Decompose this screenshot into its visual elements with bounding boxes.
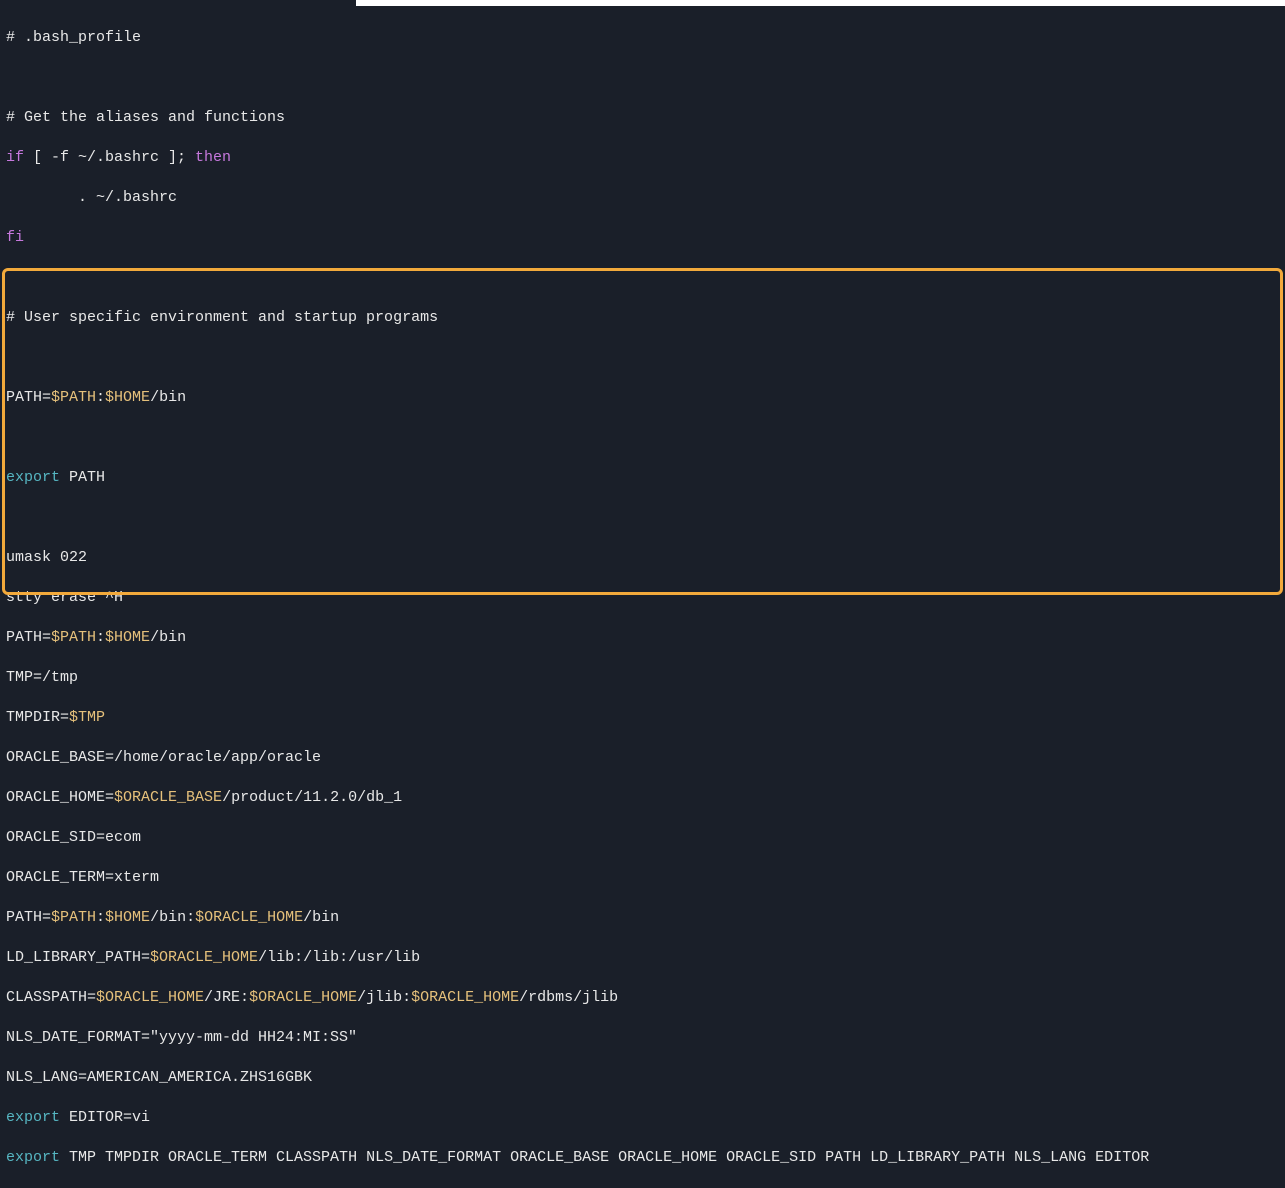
- code-line: TMP=/tmp: [6, 668, 1279, 688]
- code-line: NLS_LANG=AMERICAN_AMERICA.ZHS16GBK: [6, 1068, 1279, 1088]
- var-path: $PATH: [51, 389, 96, 406]
- code-line: CLASSPATH=$ORACLE_HOME/JRE:$ORACLE_HOME/…: [6, 988, 1279, 1008]
- var-path: $PATH: [51, 909, 96, 926]
- code-line: # Get the aliases and functions: [6, 108, 1279, 128]
- var-oracle-home: $ORACLE_HOME: [96, 989, 204, 1006]
- var-oracle-home: $ORACLE_HOME: [150, 949, 258, 966]
- code-line: # User specific environment and startup …: [6, 308, 1279, 328]
- keyword-fi: fi: [6, 229, 24, 246]
- code-line: NLS_DATE_FORMAT="yyyy-mm-dd HH24:MI:SS": [6, 1028, 1279, 1048]
- code-line: PATH=$PATH:$HOME/bin:$ORACLE_HOME/bin: [6, 908, 1279, 928]
- comment: # .bash_profile: [6, 29, 141, 46]
- code-line: [6, 268, 1279, 288]
- var-path: $PATH: [51, 629, 96, 646]
- code-line: fi: [6, 228, 1279, 248]
- var-oracle-home: $ORACLE_HOME: [195, 909, 303, 926]
- var-oracle-base: $ORACLE_BASE: [114, 789, 222, 806]
- code-line: LD_LIBRARY_PATH=$ORACLE_HOME/lib:/lib:/u…: [6, 948, 1279, 968]
- tab-bar: [356, 0, 1285, 6]
- keyword-export: export: [6, 1149, 60, 1166]
- var-oracle-home: $ORACLE_HOME: [411, 989, 519, 1006]
- keyword-if: if: [6, 149, 24, 166]
- code-line: TMPDIR=$TMP: [6, 708, 1279, 728]
- code-line: ORACLE_BASE=/home/oracle/app/oracle: [6, 748, 1279, 768]
- keyword-export: export: [6, 1109, 60, 1126]
- code-line: export TMP TMPDIR ORACLE_TERM CLASSPATH …: [6, 1148, 1279, 1168]
- code-line: PATH=$PATH:$HOME/bin: [6, 628, 1279, 648]
- code-line: stty erase ^H: [6, 588, 1279, 608]
- comment: # Get the aliases and functions: [6, 109, 285, 126]
- code-line: umask 022: [6, 548, 1279, 568]
- code-line: ORACLE_HOME=$ORACLE_BASE/product/11.2.0/…: [6, 788, 1279, 808]
- tab-active-edge: [0, 0, 356, 6]
- keyword-export: export: [6, 469, 60, 486]
- code-line: export EDITOR=vi: [6, 1108, 1279, 1128]
- code-editor[interactable]: # .bash_profile # Get the aliases and fu…: [0, 0, 1285, 1188]
- code-line: PATH=$PATH:$HOME/bin: [6, 388, 1279, 408]
- comment: # User specific environment and startup …: [6, 309, 438, 326]
- var-oracle-home: $ORACLE_HOME: [249, 989, 357, 1006]
- code-line: [6, 428, 1279, 448]
- var-tmp: $TMP: [69, 709, 105, 726]
- var-home: $HOME: [105, 629, 150, 646]
- code-line: . ~/.bashrc: [6, 188, 1279, 208]
- code-line: [6, 348, 1279, 368]
- code-line: ORACLE_SID=ecom: [6, 828, 1279, 848]
- keyword-then: then: [195, 149, 231, 166]
- code-line: [6, 68, 1279, 88]
- code-line: # .bash_profile: [6, 28, 1279, 48]
- var-home: $HOME: [105, 909, 150, 926]
- code-line: ORACLE_TERM=xterm: [6, 868, 1279, 888]
- var-home: $HOME: [105, 389, 150, 406]
- code-line: [6, 508, 1279, 528]
- code-line: export PATH: [6, 468, 1279, 488]
- code-line: if [ -f ~/.bashrc ]; then: [6, 148, 1279, 168]
